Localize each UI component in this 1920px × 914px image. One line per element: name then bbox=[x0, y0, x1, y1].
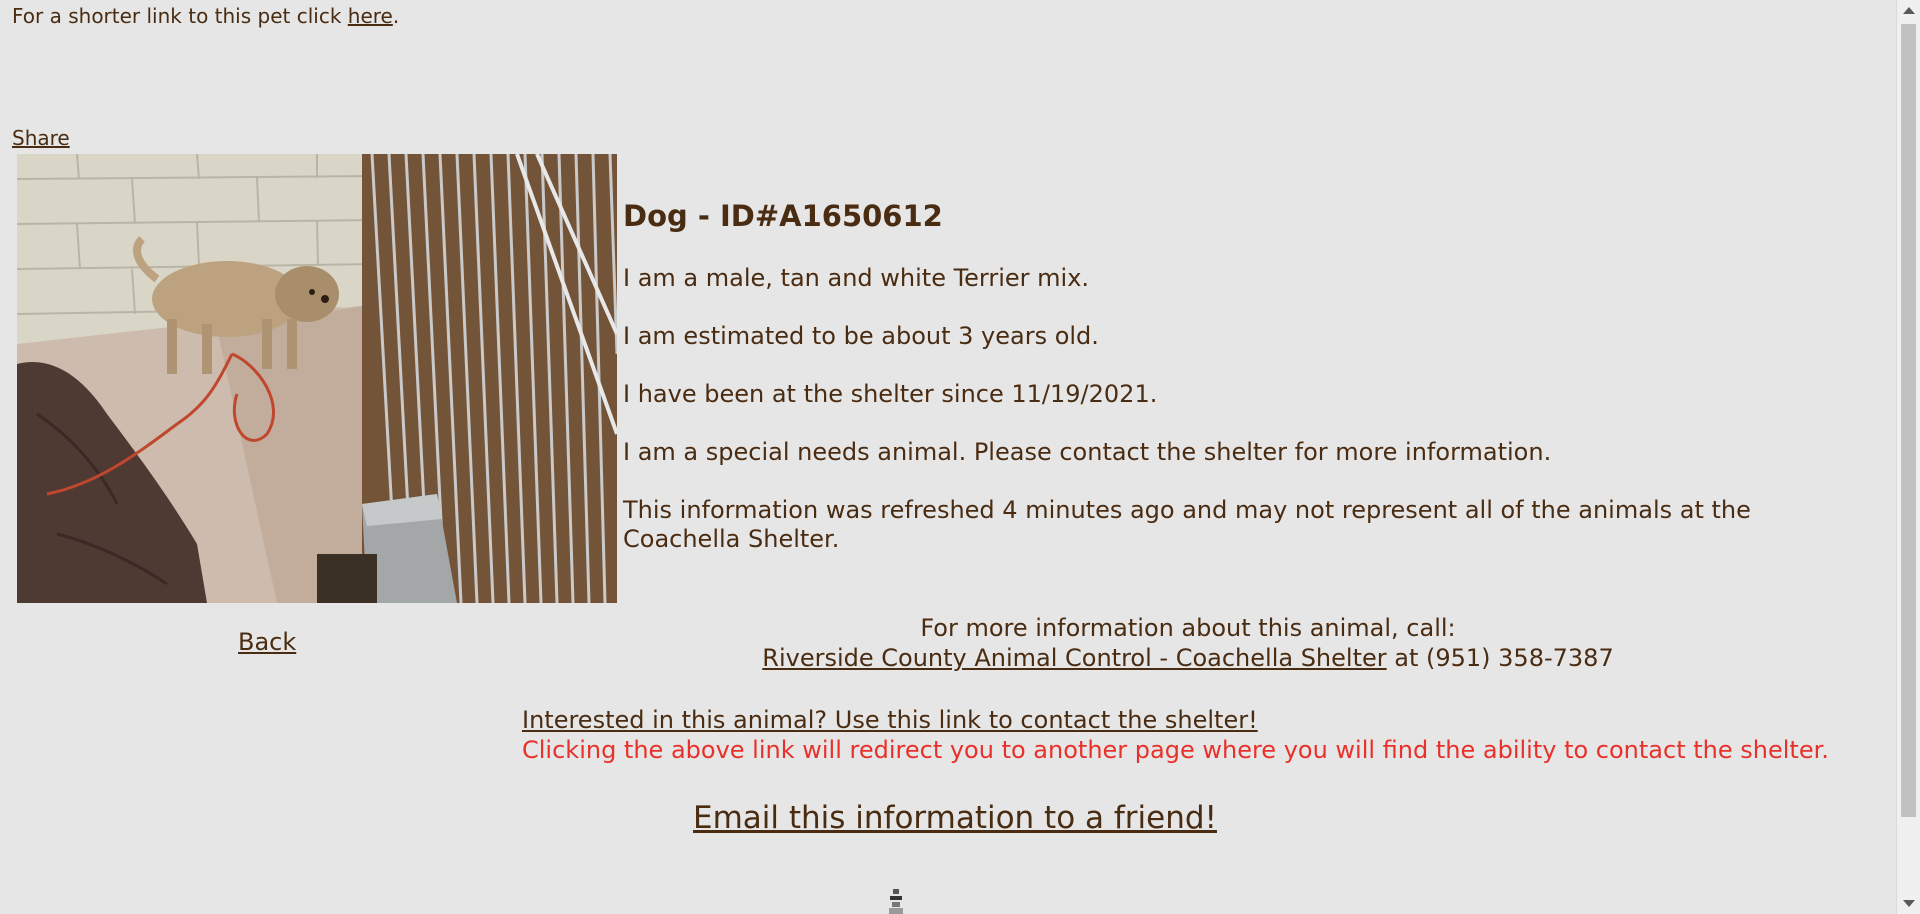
email-friend-link[interactable]: Email this information to a friend! bbox=[693, 798, 1217, 838]
share-link[interactable]: Share bbox=[12, 126, 70, 150]
redirect-note: Clicking the above link will redirect yo… bbox=[522, 736, 1829, 764]
pet-photo bbox=[17, 154, 617, 603]
pet-description-age: I am estimated to be about 3 years old. bbox=[623, 322, 1099, 350]
contact-callout: For more information about this animal, … bbox=[700, 613, 1676, 673]
short-link-here[interactable]: here bbox=[348, 4, 393, 28]
call-text: For more information about this animal, … bbox=[920, 614, 1456, 642]
pet-description-intake-date: I have been at the shelter since 11/19/2… bbox=[623, 380, 1158, 408]
interested-section: Interested in this animal? Use this link… bbox=[522, 705, 1829, 765]
pet-photo-image bbox=[17, 154, 617, 603]
phone-text: at (951) 358-7387 bbox=[1386, 644, 1614, 672]
contact-shelter-link[interactable]: Interested in this animal? Use this link… bbox=[522, 706, 1258, 734]
short-link-suffix: . bbox=[392, 4, 400, 28]
scrollbar-thumb[interactable] bbox=[1901, 24, 1916, 817]
back-link[interactable]: Back bbox=[238, 628, 296, 657]
scroll-down-arrow-icon[interactable] bbox=[1903, 900, 1915, 907]
shelter-link[interactable]: Riverside County Animal Control - Coache… bbox=[762, 644, 1386, 672]
pet-description-refresh-note: This information was refreshed 4 minutes… bbox=[623, 496, 1751, 553]
short-link-row: For a shorter link to this pet click her… bbox=[12, 4, 399, 28]
shelter-line: Riverside County Animal Control - Coache… bbox=[700, 643, 1676, 673]
pet-description-special-needs: I am a special needs animal. Please cont… bbox=[623, 438, 1552, 466]
short-link-prefix: For a shorter link to this pet click bbox=[12, 4, 348, 28]
scroll-up-arrow-icon[interactable] bbox=[1903, 7, 1915, 14]
spinner-icon bbox=[887, 887, 905, 914]
vertical-scrollbar[interactable] bbox=[1896, 0, 1920, 914]
pet-title: Dog - ID#A1650612 bbox=[623, 199, 943, 233]
pet-info: Dog - ID#A1650612 I am a male, tan and w… bbox=[623, 196, 1823, 583]
pet-description-gender-color: I am a male, tan and white Terrier mix. bbox=[623, 264, 1090, 292]
pet-detail-page: For a shorter link to this pet click her… bbox=[0, 0, 1897, 914]
